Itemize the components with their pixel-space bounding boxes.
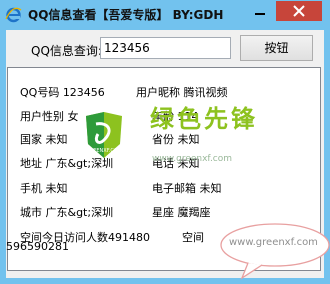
minimize-icon — [255, 13, 265, 15]
app-window: QQ信息查看【吾爱专版】 BY:GDH QQ信息查询: 按钮 QQ号码 1234… — [0, 0, 330, 284]
gender-text: 用户性别 女 — [20, 110, 79, 123]
qq-extra-number: 596590281 — [6, 240, 69, 253]
speech-bubble-icon — [220, 223, 330, 280]
mobile-text: 手机 未知 — [20, 182, 68, 195]
country-text: 国家 未知 — [20, 133, 68, 146]
greenxf-watermark: GREENXF.COM 绿色先锋 www.greenxf.com — [82, 98, 255, 178]
query-label: QQ信息查询: — [31, 44, 102, 58]
greenxf-url-text: www.greenxf.com — [229, 237, 318, 248]
close-button[interactable] — [276, 1, 322, 21]
greenxf-logo-text: GREENXF.COM — [86, 148, 122, 154]
ie-app-icon — [5, 7, 22, 23]
greenxf-logo-icon: GREENXF.COM — [86, 112, 122, 158]
close-icon — [293, 5, 305, 17]
greenxf-url-bubble: www.greenxf.com — [212, 222, 330, 280]
window-title: QQ信息查看【吾爱专版】 BY:GDH — [28, 8, 224, 22]
query-button[interactable]: 按钮 — [240, 35, 313, 61]
title-bar[interactable]: QQ信息查看【吾爱专版】 BY:GDH — [0, 0, 330, 30]
greenxf-site-name: 绿色先锋 — [150, 105, 258, 133]
city-text: 城市 广东&gt;深圳 — [20, 206, 114, 219]
minimize-button[interactable] — [247, 2, 273, 20]
space-label-text: 空间 — [182, 231, 204, 244]
zodiac-text: 星座 魔羯座 — [152, 206, 211, 219]
qq-query-input[interactable] — [100, 37, 231, 59]
greenxf-url-faint: www.greenxf.com — [152, 154, 233, 164]
email-text: 电子邮箱 未知 — [152, 182, 222, 195]
